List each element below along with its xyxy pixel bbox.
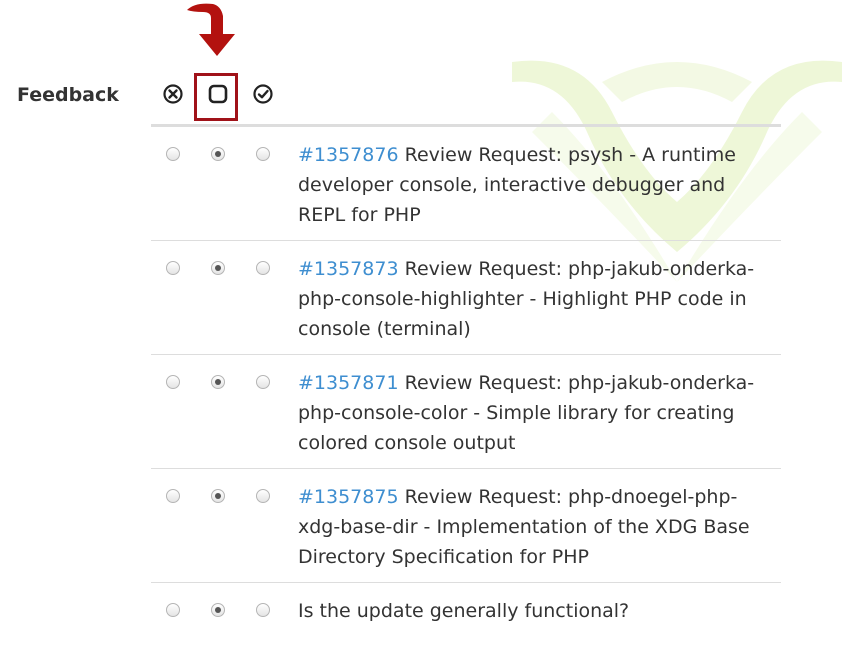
row-text: #1357876 Review Request: psysh - A runti… xyxy=(298,140,768,230)
radio-untested[interactable] xyxy=(211,147,225,161)
radio-works[interactable] xyxy=(256,261,270,275)
radio-reject[interactable] xyxy=(166,489,180,503)
radio-works[interactable] xyxy=(256,147,270,161)
radio-works[interactable] xyxy=(256,603,270,617)
bug-link[interactable]: #1357876 xyxy=(298,144,399,166)
radio-reject[interactable] xyxy=(166,375,180,389)
circle-x-icon xyxy=(160,80,186,108)
feedback-row: #1357873 Review Request: php-jakub-onder… xyxy=(151,241,781,355)
radio-works[interactable] xyxy=(256,375,270,389)
radio-untested[interactable] xyxy=(211,603,225,617)
feedback-row: Is the update generally functional? xyxy=(151,583,781,643)
bug-link[interactable]: #1357873 xyxy=(298,258,399,280)
bug-link[interactable]: #1357871 xyxy=(298,372,399,394)
row-text: Is the update generally functional? xyxy=(298,596,768,626)
feedback-row: #1357871 Review Request: php-jakub-onder… xyxy=(151,355,781,469)
feedback-row: #1357875 Review Request: php-dnoegel-php… xyxy=(151,469,781,583)
feedback-row: #1357876 Review Request: psysh - A runti… xyxy=(151,127,781,241)
radio-reject[interactable] xyxy=(166,147,180,161)
highlight-box xyxy=(194,73,238,121)
radio-reject[interactable] xyxy=(166,261,180,275)
bug-link[interactable]: #1357875 xyxy=(298,486,399,508)
radio-untested[interactable] xyxy=(211,489,225,503)
radio-reject[interactable] xyxy=(166,603,180,617)
radio-works[interactable] xyxy=(256,489,270,503)
feedback-list: #1357876 Review Request: psysh - A runti… xyxy=(151,127,781,643)
question-text: Is the update generally functional? xyxy=(298,600,630,622)
row-text: #1357875 Review Request: php-dnoegel-php… xyxy=(298,482,768,572)
feedback-label: Feedback xyxy=(17,84,119,106)
row-text: #1357873 Review Request: php-jakub-onder… xyxy=(298,254,768,344)
radio-untested[interactable] xyxy=(211,261,225,275)
row-text: #1357871 Review Request: php-jakub-onder… xyxy=(298,368,768,458)
radio-untested[interactable] xyxy=(211,375,225,389)
pointer-arrow-icon xyxy=(187,3,235,57)
circle-check-icon xyxy=(250,80,276,108)
